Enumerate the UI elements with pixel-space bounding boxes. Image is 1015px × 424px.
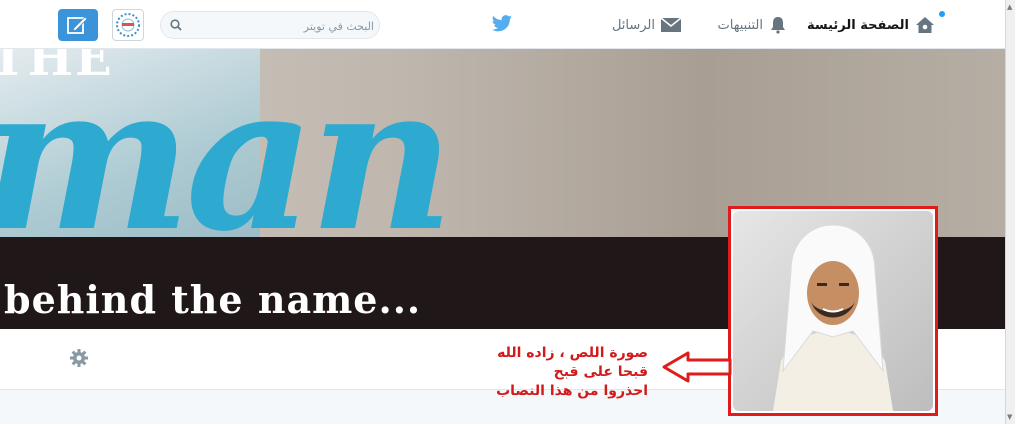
nav-messages-label: الرسائل — [611, 17, 655, 33]
new-content-dot — [939, 11, 945, 17]
red-arrow-icon — [662, 351, 732, 383]
top-navigation-bar: الصفحة الرئيسة التنبيهات الرسائل — [0, 0, 1005, 49]
profile-photo[interactable] — [733, 211, 933, 411]
banner-subheading: behind the name... — [4, 277, 422, 322]
nav-messages[interactable]: الرسائل — [612, 14, 681, 36]
twitter-bird-icon[interactable] — [491, 14, 513, 34]
bell-icon — [771, 17, 785, 34]
compose-icon — [67, 16, 88, 34]
annotation-note: صورة اللص ، زاده الله قبحا على قبح احذرو… — [470, 344, 648, 401]
scroll-down-icon[interactable]: ▼ — [1007, 413, 1012, 421]
search-box[interactable] — [160, 11, 380, 39]
banner-heading-man: man — [0, 49, 455, 276]
account-avatar[interactable] — [112, 9, 144, 41]
compose-tweet-button[interactable] — [58, 9, 98, 41]
nav-home[interactable]: الصفحة الرئيسة — [807, 14, 935, 36]
home-icon — [916, 17, 934, 33]
gear-icon[interactable] — [69, 348, 89, 368]
avatar-image — [116, 13, 140, 37]
annotation-line-2: احذروا من هذا النصاب — [496, 383, 648, 399]
annotation-line-1: صورة اللص ، زاده الله قبحا على قبح — [497, 345, 648, 380]
profile-photo-image — [733, 211, 933, 411]
nav-home-label: الصفحة الرئيسة — [806, 17, 909, 33]
nav-notifications[interactable]: التنبيهات — [718, 14, 787, 36]
scroll-up-icon[interactable]: ▲ — [1007, 3, 1012, 11]
nav-notifications-label: التنبيهات — [717, 17, 763, 33]
search-icon[interactable] — [170, 19, 182, 31]
envelope-icon — [661, 17, 681, 32]
vertical-scrollbar[interactable]: ▲ ▼ — [1005, 0, 1015, 424]
search-input[interactable] — [187, 15, 376, 37]
